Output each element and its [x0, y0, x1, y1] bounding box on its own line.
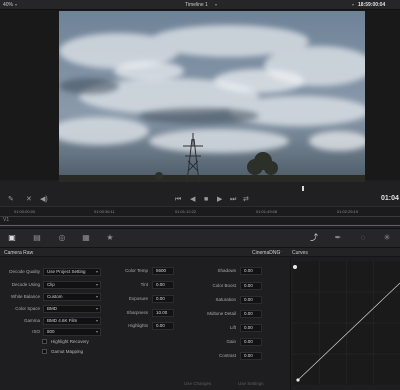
curves-tool-icon[interactable]: ⤴: [308, 233, 320, 243]
sharpness-input[interactable]: 10.00: [152, 309, 174, 317]
chevron-down-icon: ▾: [95, 269, 98, 274]
ruler-tick: 01:00:36:11: [94, 209, 115, 214]
stop-icon[interactable]: ■: [204, 196, 208, 203]
highlights-input[interactable]: 0.00: [152, 322, 174, 330]
contrast-label: Contrast: [218, 353, 236, 358]
gamut-mapping-checkbox[interactable]: [42, 349, 47, 354]
shadows-label: Shadows: [217, 268, 236, 273]
play-reverse-icon[interactable]: ◀: [190, 196, 195, 203]
lift-label: Lift: [229, 325, 236, 330]
chevron-down-icon[interactable]: ▾: [352, 2, 354, 7]
decode-using-label: Decode Using: [11, 282, 40, 287]
white-balance-label: White Balance: [10, 294, 40, 299]
decode-quality-label: Decode Quality: [9, 269, 40, 274]
gear-icon[interactable]: ✳: [381, 233, 393, 243]
panel-title-right: Curves: [292, 250, 308, 256]
color-temp-label: Color Temp: [125, 268, 148, 273]
timeline-ruler[interactable]: 01:00:00:00 01:00:36:11 01:01:12:22 01:0…: [0, 206, 400, 224]
top-bar: 40% ▾ Timeline 1 ▾ 18:59:00:04 ▾: [0, 0, 400, 10]
skip-back-icon[interactable]: ⏮: [175, 196, 181, 203]
ruler-tick: 01:01:49:08: [256, 209, 278, 214]
current-timecode: 01:04: [381, 195, 399, 202]
iso-select[interactable]: 800 ▾: [43, 328, 101, 336]
curves-graph[interactable]: [293, 261, 400, 385]
loop-icon[interactable]: ⇄: [243, 196, 249, 203]
lift-input[interactable]: 0.00: [240, 324, 262, 332]
star-icon[interactable]: ★: [104, 233, 116, 243]
white-balance-select[interactable]: Custom ▾: [43, 293, 101, 301]
color-wheel-icon[interactable]: ◎: [56, 233, 68, 243]
eyedropper-icon[interactable]: ✒: [332, 233, 344, 243]
play-icon[interactable]: ▶: [217, 196, 222, 203]
chevron-down-icon: ▾: [95, 329, 98, 334]
decode-using-select[interactable]: Clip ▾: [43, 281, 101, 289]
skip-forward-icon[interactable]: ⏭: [230, 196, 236, 203]
record-timecode: 18:59:00:04: [358, 2, 386, 8]
window-icon[interactable]: ◌: [357, 233, 369, 243]
chevron-down-icon: ▾: [95, 294, 98, 299]
chevron-down-icon: ▾: [95, 306, 98, 311]
highlights-label: Highlights: [128, 323, 148, 328]
timeline-name[interactable]: Timeline 1: [185, 2, 208, 8]
more-icon[interactable]: ···: [277, 249, 282, 255]
highlight-recovery-label: Highlight Recovery: [51, 339, 89, 344]
gamma-select[interactable]: BMD 4.6K Film ▾: [43, 317, 101, 325]
contrast-input[interactable]: 0.00: [240, 352, 262, 360]
highlight-recovery-checkbox[interactable]: [42, 339, 47, 344]
panel-title-left: Camera Raw: [4, 250, 34, 256]
video-frame: [59, 11, 365, 182]
exposure-input[interactable]: 0.00: [152, 295, 174, 303]
pen-icon[interactable]: ✎: [8, 196, 14, 203]
saturation-label: Saturation: [215, 297, 236, 302]
grid-icon[interactable]: ▦: [80, 233, 92, 243]
ruler-baseline: [0, 216, 400, 217]
volume-icon[interactable]: ◀): [40, 196, 48, 203]
midtone-detail-label: Midtone Detail: [207, 311, 236, 316]
panel-header: Camera Raw CinemaDNG ··· Curves: [0, 248, 400, 257]
ruler-tick: 01:00:00:00: [14, 209, 36, 214]
ruler-tick: 01:01:12:22: [175, 209, 197, 214]
color-temp-input[interactable]: 5600: [152, 267, 174, 275]
color-space-label: Color Space: [15, 306, 40, 311]
chevron-down-icon[interactable]: ▾: [15, 2, 17, 7]
color-boost-input[interactable]: 0.00: [240, 282, 262, 290]
use-changes-button[interactable]: Use Changes: [184, 381, 211, 386]
gamma-label: Gamma: [23, 318, 40, 323]
playhead-marker[interactable]: [302, 186, 304, 191]
use-settings-button[interactable]: Use Settings: [238, 381, 264, 386]
chevron-down-icon[interactable]: ▾: [215, 2, 217, 7]
chevron-down-icon: ▾: [95, 282, 98, 287]
decode-quality-select[interactable]: Use Project Setting ▾: [43, 268, 101, 276]
page-tabs: ▣ ▤ ◎ ▦ ★ ⤴ ✒ ◌ ✳: [0, 228, 400, 248]
tint-label: Tint: [140, 282, 148, 287]
sharpness-label: Sharpness: [126, 310, 148, 315]
color-boost-label: Color Boost: [212, 283, 236, 288]
gamut-mapping-label: Gamut Mapping: [51, 349, 84, 354]
exposure-label: Exposure: [128, 296, 148, 301]
film-icon[interactable]: ▤: [31, 233, 43, 243]
chevron-down-icon: ▾: [95, 318, 98, 323]
iso-label: ISO: [32, 329, 40, 334]
gain-input[interactable]: 0.00: [240, 338, 262, 346]
transport-bar: ✎ ✕ ◀) ⏮ ◀ ■ ▶ ⏭ ⇄ 01:04: [0, 182, 400, 206]
playhead-line: [0, 225, 400, 226]
color-space-select[interactable]: BMD ▾: [43, 305, 101, 313]
track-label-icon: V1: [3, 217, 10, 223]
midtone-detail-input[interactable]: 0.00: [240, 310, 262, 318]
tint-input[interactable]: 0.00: [152, 281, 174, 289]
camera-icon[interactable]: ▣: [6, 233, 18, 243]
saturation-input[interactable]: 0.00: [240, 296, 262, 304]
ruler-tick: 01:02:25:19: [337, 209, 359, 214]
gain-label: Gain: [226, 339, 236, 344]
shadows-input[interactable]: 0.00: [240, 267, 262, 275]
crossfade-icon[interactable]: ✕: [26, 196, 32, 203]
zoom-level[interactable]: 40%: [3, 2, 13, 8]
curve-point-top[interactable]: [293, 265, 297, 269]
